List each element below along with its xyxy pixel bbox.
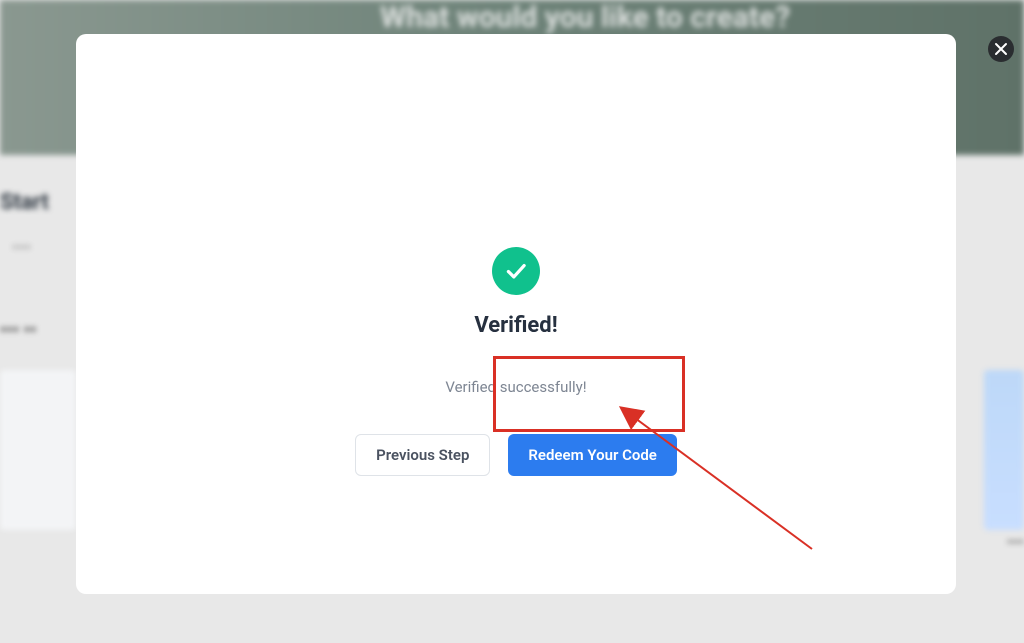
close-button[interactable] xyxy=(988,36,1014,62)
start-subtext: •••• xyxy=(12,240,31,256)
start-heading: Start xyxy=(0,190,49,215)
previous-step-button[interactable]: Previous Step xyxy=(355,434,490,476)
redeem-code-button[interactable]: Redeem Your Code xyxy=(508,434,677,476)
modal-subtitle: Verified successfully! xyxy=(445,378,586,396)
template-card-right-label: •••• xyxy=(1007,535,1024,549)
close-icon xyxy=(994,42,1008,56)
template-card-left xyxy=(0,370,76,530)
modal-title: Verified! xyxy=(474,313,557,338)
check-icon xyxy=(492,247,540,295)
section-heading: ••• •• xyxy=(0,320,36,341)
modal-actions: Previous Step Redeem Your Code xyxy=(355,434,677,476)
hero-heading: What would you like to create? xyxy=(380,0,790,35)
template-card-right xyxy=(984,370,1024,530)
verified-modal: Verified! Verified successfully! Previou… xyxy=(76,34,956,594)
